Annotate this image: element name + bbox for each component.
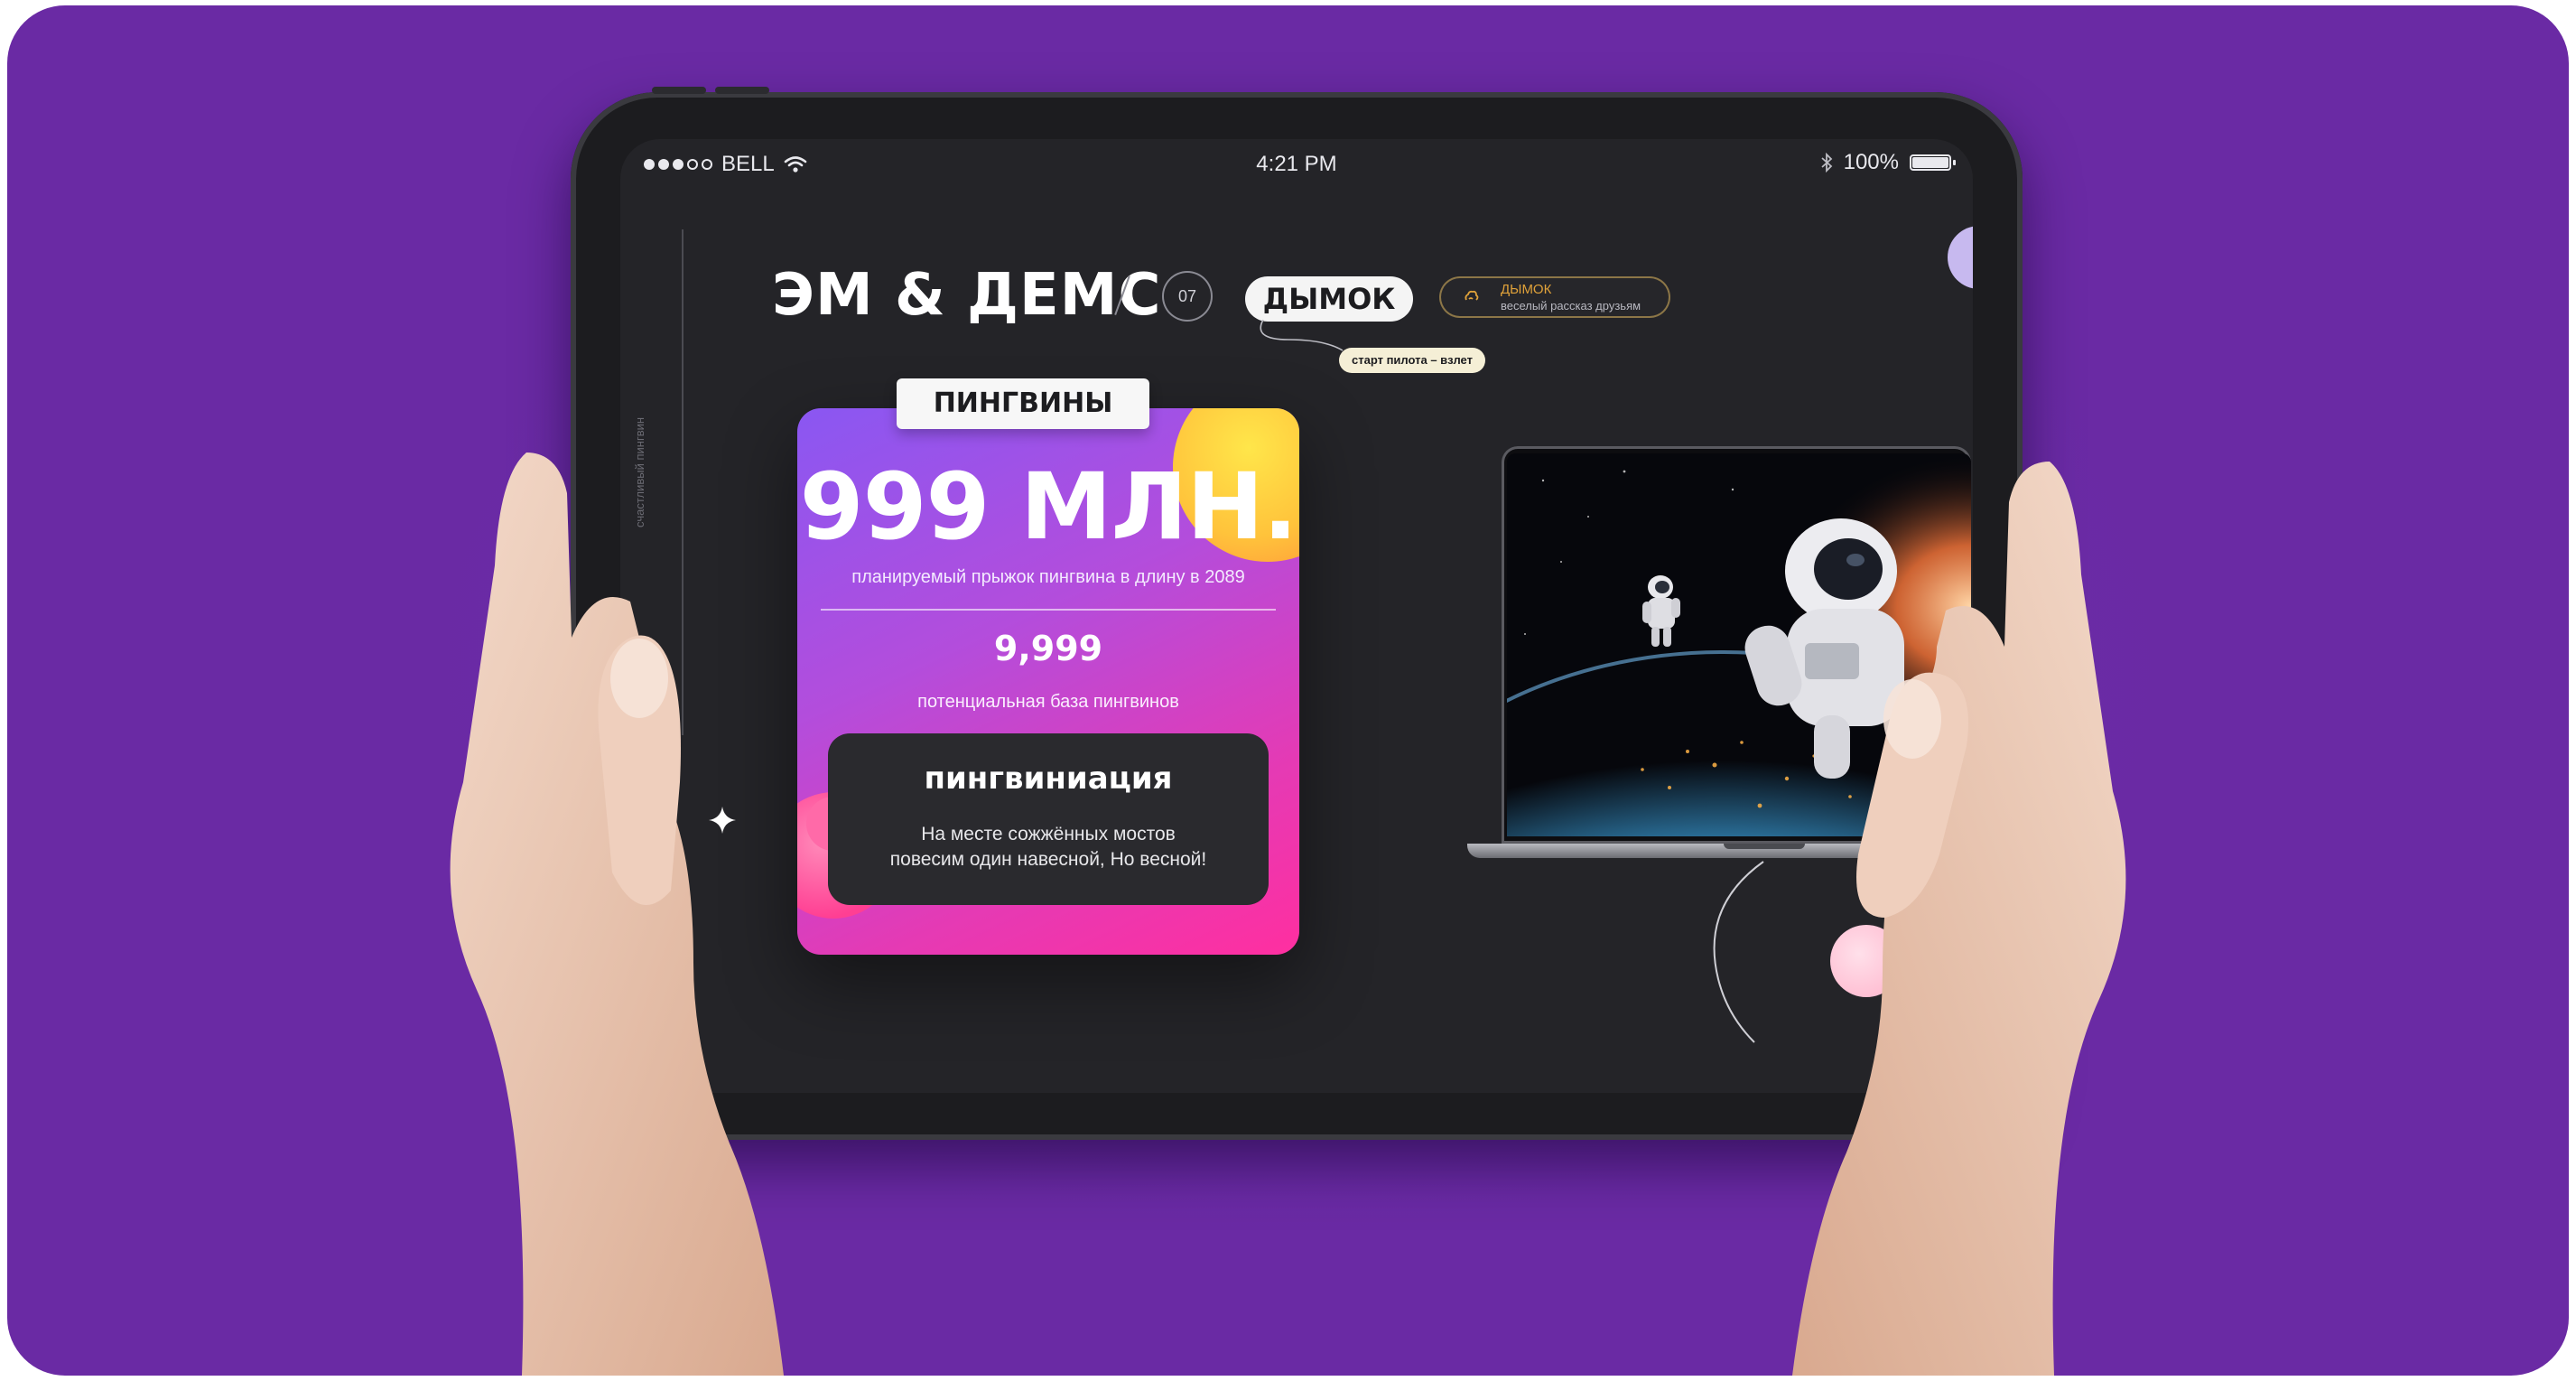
tablet-device: BELL 4:21 PM 100% счастливый пингвин ЭМ …: [571, 87, 2023, 1140]
status-time: 4:21 PM: [1256, 152, 1337, 176]
corner-decoration: [1948, 226, 1973, 289]
mid-value-caption: потенциальная база пингвинов: [917, 692, 1179, 712]
quote-line-2: повесим один навесной, Но весной!: [889, 849, 1207, 870]
background-stage: BELL 4:21 PM 100% счастливый пингвин ЭМ …: [7, 5, 2569, 1376]
secondary-tag-button[interactable]: ДЫМОК веселый рассказ друзьям: [1439, 276, 1670, 318]
battery-icon: [1910, 154, 1956, 171]
secondary-tag-title: ДЫМОК: [1501, 282, 1552, 297]
big-value-caption: планируемый прыжок пингвина в длину в 20…: [851, 567, 1245, 587]
connector-line: [1260, 320, 1344, 351]
tablet-screen: BELL 4:21 PM 100% счастливый пингвин ЭМ …: [620, 139, 1973, 1093]
laptop-screen-image: [1507, 453, 1971, 836]
status-right: 100%: [1820, 150, 1956, 175]
bluetooth-icon: [1821, 153, 1832, 173]
astronaut-space-image: [1507, 453, 1971, 836]
battery-percent: 100%: [1843, 150, 1899, 174]
sparkle-icon: [709, 807, 736, 834]
big-value: 999 МЛН.: [799, 453, 1298, 561]
note-tag: старт пилота – взлет: [1339, 348, 1485, 373]
card-divider: [821, 609, 1276, 611]
laptop-notch: [1724, 844, 1805, 849]
mid-value: 9,999: [993, 629, 1103, 668]
smoke-icon: [1465, 290, 1479, 301]
orbit-arc-decoration: [1713, 861, 1764, 1043]
pink-bubble-decoration: [1830, 925, 1902, 997]
laptop-mockup: [1467, 446, 1973, 880]
card-tab-label[interactable]: ПИНГВИНЫ: [897, 378, 1149, 429]
brand-title: ЭМ & ДЕМС: [772, 262, 1162, 329]
quote-title: пингвиниация: [924, 760, 1173, 797]
tablet-side-button: [652, 87, 706, 94]
side-rail: [682, 229, 684, 735]
primary-tag-button[interactable]: ДЫМОК: [1245, 276, 1413, 322]
status-bar: BELL 4:21 PM 100%: [620, 139, 1973, 193]
tablet-side-button: [715, 87, 769, 94]
quote-box: пингвиниация На месте сожжённых мостов п…: [828, 733, 1269, 905]
quote-body: На месте сожжённых мостов повесим один н…: [828, 822, 1269, 872]
stats-card: 999 МЛН. планируемый прыжок пингвина в д…: [797, 408, 1299, 955]
secondary-tag-subtitle: веселый рассказ друзьям: [1501, 299, 1641, 313]
rail-label: счастливый пингвин: [633, 416, 646, 527]
slide-number-badge: 07: [1162, 271, 1213, 322]
quote-line-1: На месте сожжённых мостов: [921, 824, 1176, 844]
